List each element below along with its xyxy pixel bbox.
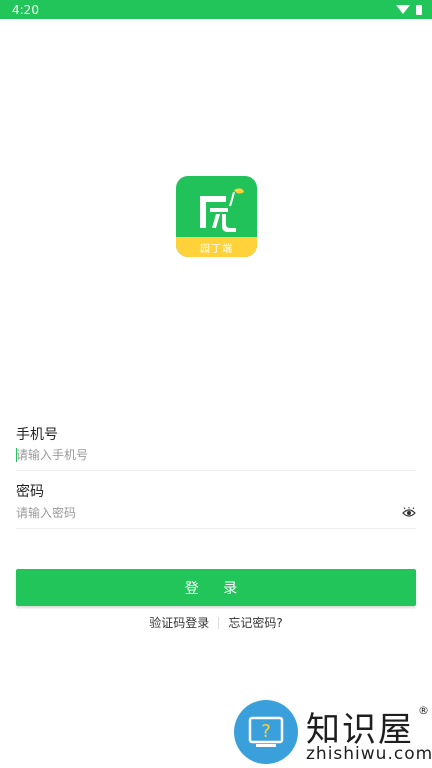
phone-input[interactable]: [16, 444, 416, 466]
app-logo: 园丁端: [176, 176, 257, 257]
watermark: ? 知识屋 ® zhishiwu.com: [234, 700, 432, 768]
status-icons: [396, 4, 422, 15]
password-divider: [16, 528, 416, 529]
battery-icon: [416, 4, 422, 15]
svg-text:?: ?: [261, 721, 271, 742]
login-button[interactable]: 登 录: [16, 569, 416, 606]
status-bar: 4:20: [0, 0, 432, 19]
logo-badge: 园丁端: [176, 237, 257, 257]
auth-links: 验证码登录 忘记密码?: [0, 614, 432, 631]
password-label: 密码: [16, 484, 44, 500]
phone-divider: [16, 470, 416, 471]
question-monitor-icon: ?: [234, 700, 298, 764]
watermark-registered: ®: [418, 704, 429, 717]
eye-icon[interactable]: [402, 507, 416, 519]
status-time: 4:20: [12, 2, 39, 17]
phone-label: 手机号: [16, 427, 58, 443]
link-divider: [218, 616, 220, 629]
forgot-password-link[interactable]: 忘记密码?: [228, 614, 282, 631]
sms-login-link[interactable]: 验证码登录: [149, 614, 209, 631]
watermark-url: zhishiwu.com: [306, 744, 432, 764]
password-input[interactable]: [16, 502, 396, 524]
wifi-icon: [396, 5, 410, 14]
